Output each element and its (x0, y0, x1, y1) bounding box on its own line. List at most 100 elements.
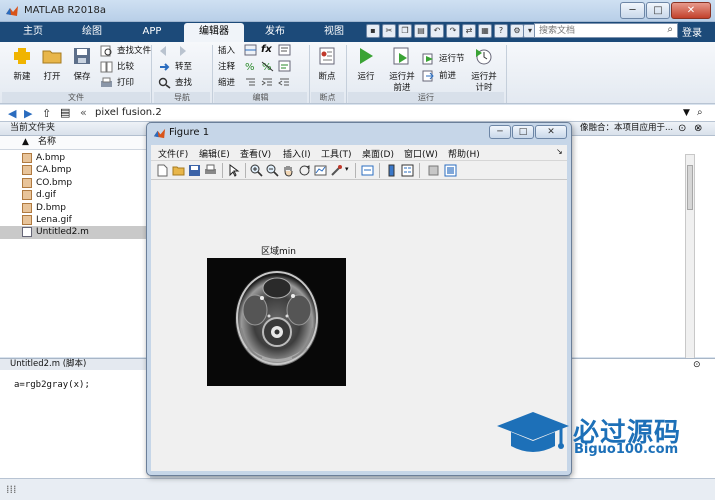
print-figure-icon[interactable] (204, 164, 217, 177)
figure-maximize-button[interactable]: □ (512, 125, 534, 139)
list-item-selected[interactable]: Untitled2.m (0, 226, 149, 239)
qat-save-icon[interactable]: ▪ (366, 24, 380, 38)
run-and-advance-button[interactable]: 运行并 前进 (386, 46, 418, 94)
qat-help-icon[interactable]: ? (494, 24, 508, 38)
menu-insert[interactable]: 插入(I) (283, 147, 311, 160)
wrap-comments-icon[interactable] (278, 60, 291, 74)
compare-button[interactable]: 比较 (100, 60, 134, 74)
goto-button[interactable]: 转至 (158, 60, 192, 74)
list-item[interactable]: A.bmp (0, 152, 149, 164)
insert-section-icon[interactable] (244, 44, 257, 58)
open-file-icon[interactable] (172, 164, 185, 177)
qat-copy-icon[interactable]: ❐ (398, 24, 412, 38)
menu-window[interactable]: 窗口(W) (404, 147, 438, 160)
figure-close-button[interactable]: ✕ (535, 125, 567, 139)
tab-home[interactable]: 主页 (8, 23, 58, 42)
panel-menu-icon[interactable]: ⊙ (678, 123, 686, 134)
save-figure-icon[interactable] (188, 164, 201, 177)
menu-view[interactable]: 查看(V) (240, 147, 271, 160)
code-line[interactable]: a=rgb2gray(x); (14, 380, 90, 390)
maximize-button[interactable]: □ (646, 2, 670, 19)
minimize-button[interactable]: ─ (620, 2, 645, 19)
hide-plot-tools-icon[interactable] (427, 164, 440, 177)
run-section-button[interactable]: 运行节 (422, 52, 465, 66)
insert-function-button[interactable]: fx (261, 43, 272, 57)
path-dropdown-icon[interactable]: ▼ (683, 108, 690, 118)
menu-dock-arrow-icon[interactable]: ↘ (556, 147, 563, 156)
back-arrow-icon[interactable]: ◀ (8, 107, 16, 120)
brush-dropdown-icon[interactable]: ▾ (345, 165, 349, 173)
breakpoints-button[interactable]: 断点 (312, 46, 342, 83)
menu-help[interactable]: 帮助(H) (448, 147, 480, 160)
indent-right-icon[interactable] (261, 76, 274, 90)
run-button[interactable]: 运行 (352, 46, 380, 83)
list-item[interactable]: Lena.gif (0, 214, 149, 226)
close-button[interactable]: ✕ (671, 2, 711, 19)
forward-arrow-icon[interactable]: ▶ (24, 107, 32, 120)
smart-indent-icon[interactable] (244, 76, 257, 90)
login-button[interactable]: 登录 (682, 24, 702, 39)
tab-plots[interactable]: 绘图 (64, 23, 120, 42)
qat-layout-icon[interactable]: ▦ (478, 24, 492, 38)
open-button[interactable]: 打开 (38, 46, 66, 83)
menu-desktop[interactable]: 桌面(D) (362, 147, 394, 160)
insert-text-icon[interactable] (278, 44, 291, 58)
tab-apps[interactable]: APP (124, 23, 180, 42)
colorbar-icon[interactable] (385, 164, 398, 177)
search-folder-icon[interactable]: ⌕ (697, 107, 703, 118)
show-plot-tools-icon[interactable] (444, 164, 457, 177)
print-button[interactable]: 打印 (100, 76, 134, 90)
qat-undo-icon[interactable]: ↶ (430, 24, 444, 38)
list-item[interactable]: CO.bmp (0, 177, 149, 189)
insert-button[interactable]: 插入 (218, 44, 235, 58)
indent-left-icon[interactable] (278, 76, 291, 90)
brush-icon[interactable] (330, 164, 343, 177)
tab-view[interactable]: 视图 (306, 23, 362, 42)
list-item[interactable]: CA.bmp (0, 164, 149, 176)
qat-redo-icon[interactable]: ↷ (446, 24, 460, 38)
current-path[interactable]: pixel fusion.2 (95, 107, 162, 118)
save-button[interactable]: 保存 (68, 46, 96, 83)
figure-minimize-button[interactable]: ─ (489, 125, 511, 139)
tab-publish[interactable]: 发布 (250, 23, 300, 42)
uncomment-icon[interactable]: % (261, 60, 274, 74)
panel-dropdown-icon[interactable]: ⊙ (693, 360, 701, 370)
data-cursor-icon[interactable] (314, 164, 327, 177)
menu-file[interactable]: 文件(F) (158, 147, 188, 160)
zoom-out-icon[interactable] (266, 164, 279, 177)
search-icon[interactable]: ⌕ (667, 24, 673, 36)
vertical-scrollbar[interactable] (685, 154, 695, 374)
qat-switch-icon[interactable]: ⇄ (462, 24, 476, 38)
run-and-time-button[interactable]: 运行并 计时 (468, 46, 500, 94)
qat-cut-icon[interactable]: ✂ (382, 24, 396, 38)
edit-plot-arrow-icon[interactable] (227, 164, 240, 177)
pan-hand-icon[interactable] (282, 164, 295, 177)
qat-paste-icon[interactable]: ▤ (414, 24, 428, 38)
menu-edit[interactable]: 编辑(E) (199, 147, 230, 160)
list-item[interactable]: d.gif (0, 189, 149, 201)
new-button[interactable]: 新建 (8, 46, 36, 83)
advance-button[interactable]: 前进 (422, 69, 456, 83)
link-plot-icon[interactable] (361, 164, 374, 177)
indent-button[interactable]: 缩进 (218, 76, 235, 90)
name-column-header[interactable]: ▲ 名称 (0, 136, 149, 150)
comment-percent-icon[interactable]: % (244, 60, 257, 74)
qat-settings-icon[interactable]: ⚙ (510, 24, 524, 38)
up-folder-icon[interactable]: ⇧ (42, 107, 51, 120)
rotate-3d-icon[interactable] (298, 164, 311, 177)
zoom-in-icon[interactable] (250, 164, 263, 177)
new-figure-icon[interactable] (156, 164, 169, 177)
scrollbar-thumb[interactable] (687, 165, 693, 210)
search-input[interactable]: 搜索文档 ⌕ (534, 23, 678, 38)
find-files-button[interactable]: 查找文件 (100, 44, 151, 58)
editor-pane[interactable]: a=rgb2gray(x); (0, 370, 150, 478)
panel-close-icon[interactable]: ⊗ (694, 123, 702, 134)
find-button[interactable]: 查找 (158, 76, 192, 90)
list-item[interactable]: D.bmp (0, 202, 149, 214)
legend-icon[interactable] (401, 164, 414, 177)
tab-editor[interactable]: 编辑器 (184, 23, 244, 42)
menu-tools[interactable]: 工具(T) (321, 147, 352, 160)
nav-back-forward-button[interactable] (158, 44, 186, 58)
comment-button[interactable]: 注释 (218, 60, 235, 74)
browse-folder-icon[interactable]: ▤ (60, 106, 70, 119)
